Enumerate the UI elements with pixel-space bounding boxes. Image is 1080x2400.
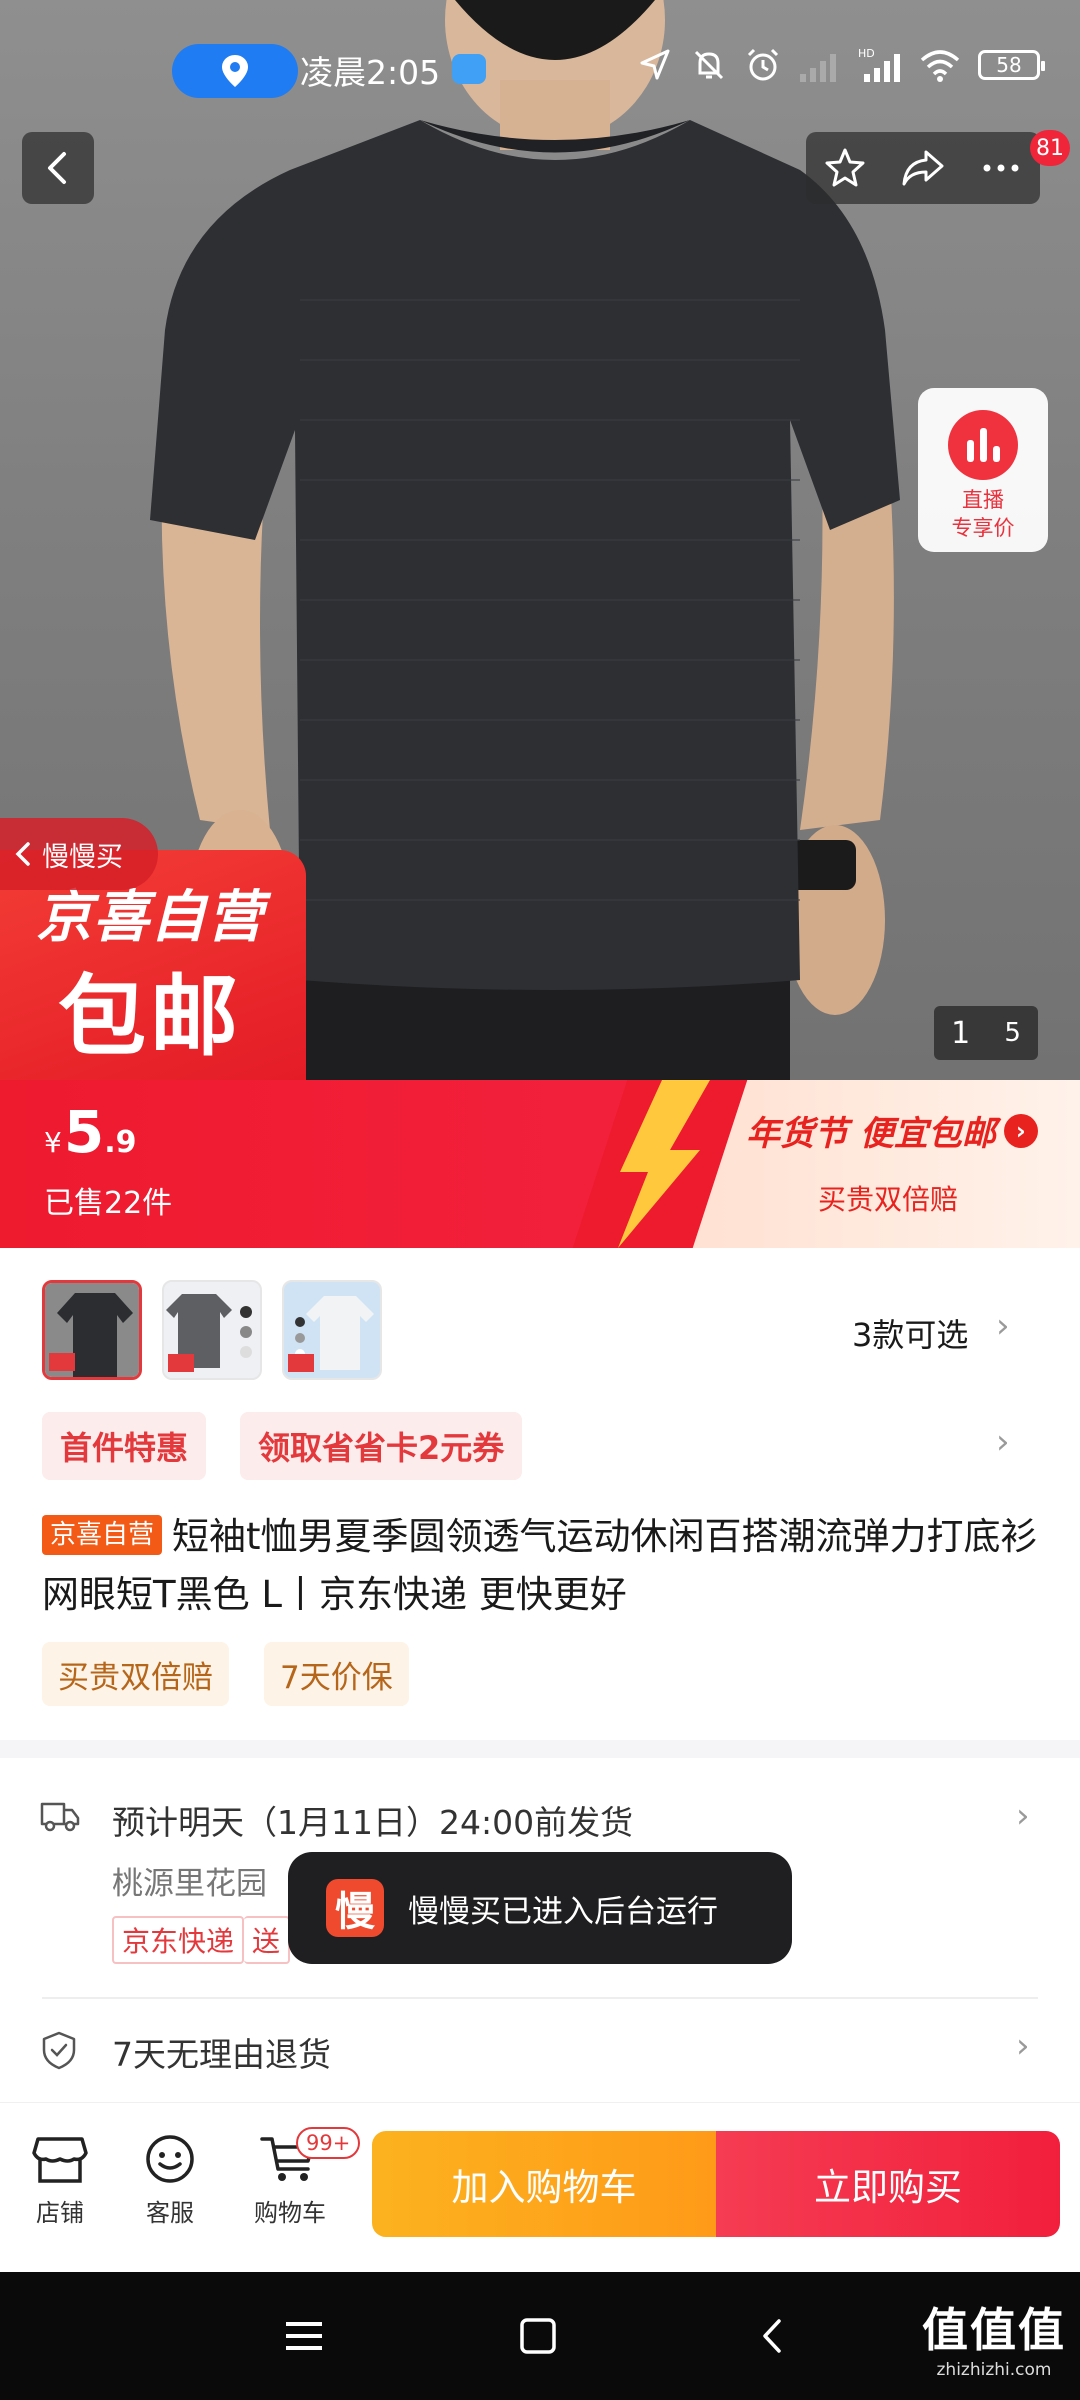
image-total: 5 (1004, 1018, 1021, 1048)
battery-icon: 58 (978, 50, 1045, 80)
variant-thumb-black[interactable] (42, 1280, 142, 1380)
shipping-estimate[interactable]: 预计明天（1月11日）24:00前发货 (112, 1796, 633, 1844)
mute-icon (694, 50, 724, 80)
variant-thumb-gray[interactable] (162, 1280, 262, 1380)
alarm-icon (747, 48, 779, 81)
chevron-right-icon[interactable]: › (996, 1422, 1010, 1462)
product-image-carousel[interactable]: 凌晨2:05 HD 58 81 直播 专享价 京喜自营 包邮 慢慢买 1 5 (0, 0, 1080, 1080)
manmanmai-app-icon: 慢 (326, 1879, 384, 1937)
site-watermark: 值值值 zhizhizhi.com (922, 2303, 1066, 2380)
promo-title[interactable]: 年货节 便宜包邮 › (746, 1106, 1038, 1155)
cart-button[interactable]: 购物车 99+ (240, 2127, 361, 2228)
shipping-tag: 送 (244, 1916, 291, 1964)
customer-service-button[interactable]: 客服 (120, 2133, 220, 2228)
live-card-line1: 直播 (962, 488, 1004, 512)
store-icon (32, 2137, 88, 2183)
menu-icon[interactable] (276, 2308, 332, 2364)
image-counter: 1 5 (934, 1006, 1038, 1060)
price: ¥ 5 .9 (44, 1098, 137, 1166)
location-pin-icon (172, 44, 298, 98)
add-to-cart-button[interactable]: 加入购物车 (372, 2131, 716, 2237)
status-bar: 凌晨2:05 HD 58 (0, 0, 1080, 140)
promo-subtitle: 买贵双倍赔 (818, 1183, 959, 1216)
live-stream-icon (948, 410, 1018, 480)
image-index: 1 (951, 1015, 971, 1051)
price-banner: ¥ 5 .9 已售22件 年货节 便宜包邮 › 买贵双倍赔 (0, 1080, 1080, 1248)
status-time: 凌晨2:05 (300, 53, 441, 92)
shipping-tags: 京东快递 送 (112, 1916, 291, 1964)
shield-check-icon (42, 2031, 76, 2070)
bottom-action-bar: 店铺 客服 购物车 99+ 加入购物车 立即购买 (0, 2102, 1080, 2272)
badge-line2: 包邮 (58, 965, 243, 1068)
cart-count-badge: 99+ (296, 2127, 361, 2159)
chevron-right-icon: › (1003, 1113, 1038, 1148)
cloud-icon (452, 54, 486, 84)
chevron-right-icon[interactable]: › (1016, 1796, 1030, 1836)
chat-smile-icon (146, 2135, 194, 2183)
row-separator (42, 1997, 1038, 1999)
back-to-app-label: 慢慢买 (42, 841, 123, 873)
buy-now-button[interactable]: 立即购买 (716, 2131, 1060, 2237)
delivery-truck-icon (40, 1802, 80, 1832)
sold-count: 已售22件 (44, 1186, 173, 1221)
back-nav-icon[interactable] (744, 2308, 800, 2364)
signal-icon (800, 54, 836, 82)
notification-badge: 81 (1030, 130, 1070, 166)
lightning-bolt-icon (618, 1080, 710, 1248)
variant-thumbnails (42, 1280, 382, 1380)
product-title-block: 京喜自营 短袖t恤男夏季圆领透气运动休闲百搭潮流弹力打底衫 网眼短T黑色 L丨京东… (42, 1508, 1042, 1624)
navigation-icon (640, 49, 670, 80)
live-price-card[interactable]: 直播 专享价 (918, 388, 1048, 552)
background-toast: 慢 慢慢买已进入后台运行 (288, 1852, 792, 1964)
chevron-right-icon[interactable]: › (996, 1306, 1010, 1346)
toast-text: 慢慢买已进入后台运行 (408, 1893, 718, 1930)
chevron-right-icon[interactable]: › (1016, 2026, 1030, 2066)
wifi-icon (920, 50, 960, 82)
system-navigation-bar: 值值值 zhizhizhi.com (0, 2272, 1080, 2400)
share-icon[interactable] (900, 146, 946, 190)
hd-signal-icon: HD (858, 47, 900, 82)
product-title: 短袖t恤男夏季圆领透气运动休闲百搭潮流弹力打底衫 网眼短T黑色 L丨京东快递 更… (42, 1515, 1038, 1616)
star-icon[interactable] (823, 146, 867, 190)
return-policy[interactable]: 7天无理由退货 (112, 2028, 331, 2076)
shop-button[interactable]: 店铺 (10, 2133, 110, 2228)
back-to-app-button[interactable]: 慢慢买 (0, 818, 158, 890)
shipping-address[interactable]: 桃源里花园 (112, 1858, 267, 1903)
home-icon[interactable] (510, 2308, 566, 2364)
variant-thumb-white[interactable] (282, 1280, 382, 1380)
section-divider (0, 1740, 1080, 1758)
shipping-tag: 京东快递 (112, 1916, 245, 1964)
back-button[interactable] (22, 132, 94, 204)
self-operated-tag: 京喜自营 (42, 1515, 163, 1555)
coupon-first-order[interactable]: 首件特惠 (42, 1412, 207, 1480)
live-card-line2: 专享价 (951, 516, 1015, 540)
guarantee-double-compensation[interactable]: 买贵双倍赔 (42, 1642, 229, 1706)
back-icon (48, 152, 66, 184)
svg-text:HD: HD (858, 47, 875, 60)
more-icon[interactable] (979, 146, 1023, 190)
guarantee-price-protect[interactable]: 7天价保 (264, 1642, 409, 1706)
top-action-group (806, 132, 1040, 204)
variant-count-label[interactable]: 3款可选 (852, 1310, 968, 1356)
chevron-left-icon (15, 842, 30, 866)
coupon-saver-card[interactable]: 领取省省卡2元券 (240, 1412, 523, 1480)
